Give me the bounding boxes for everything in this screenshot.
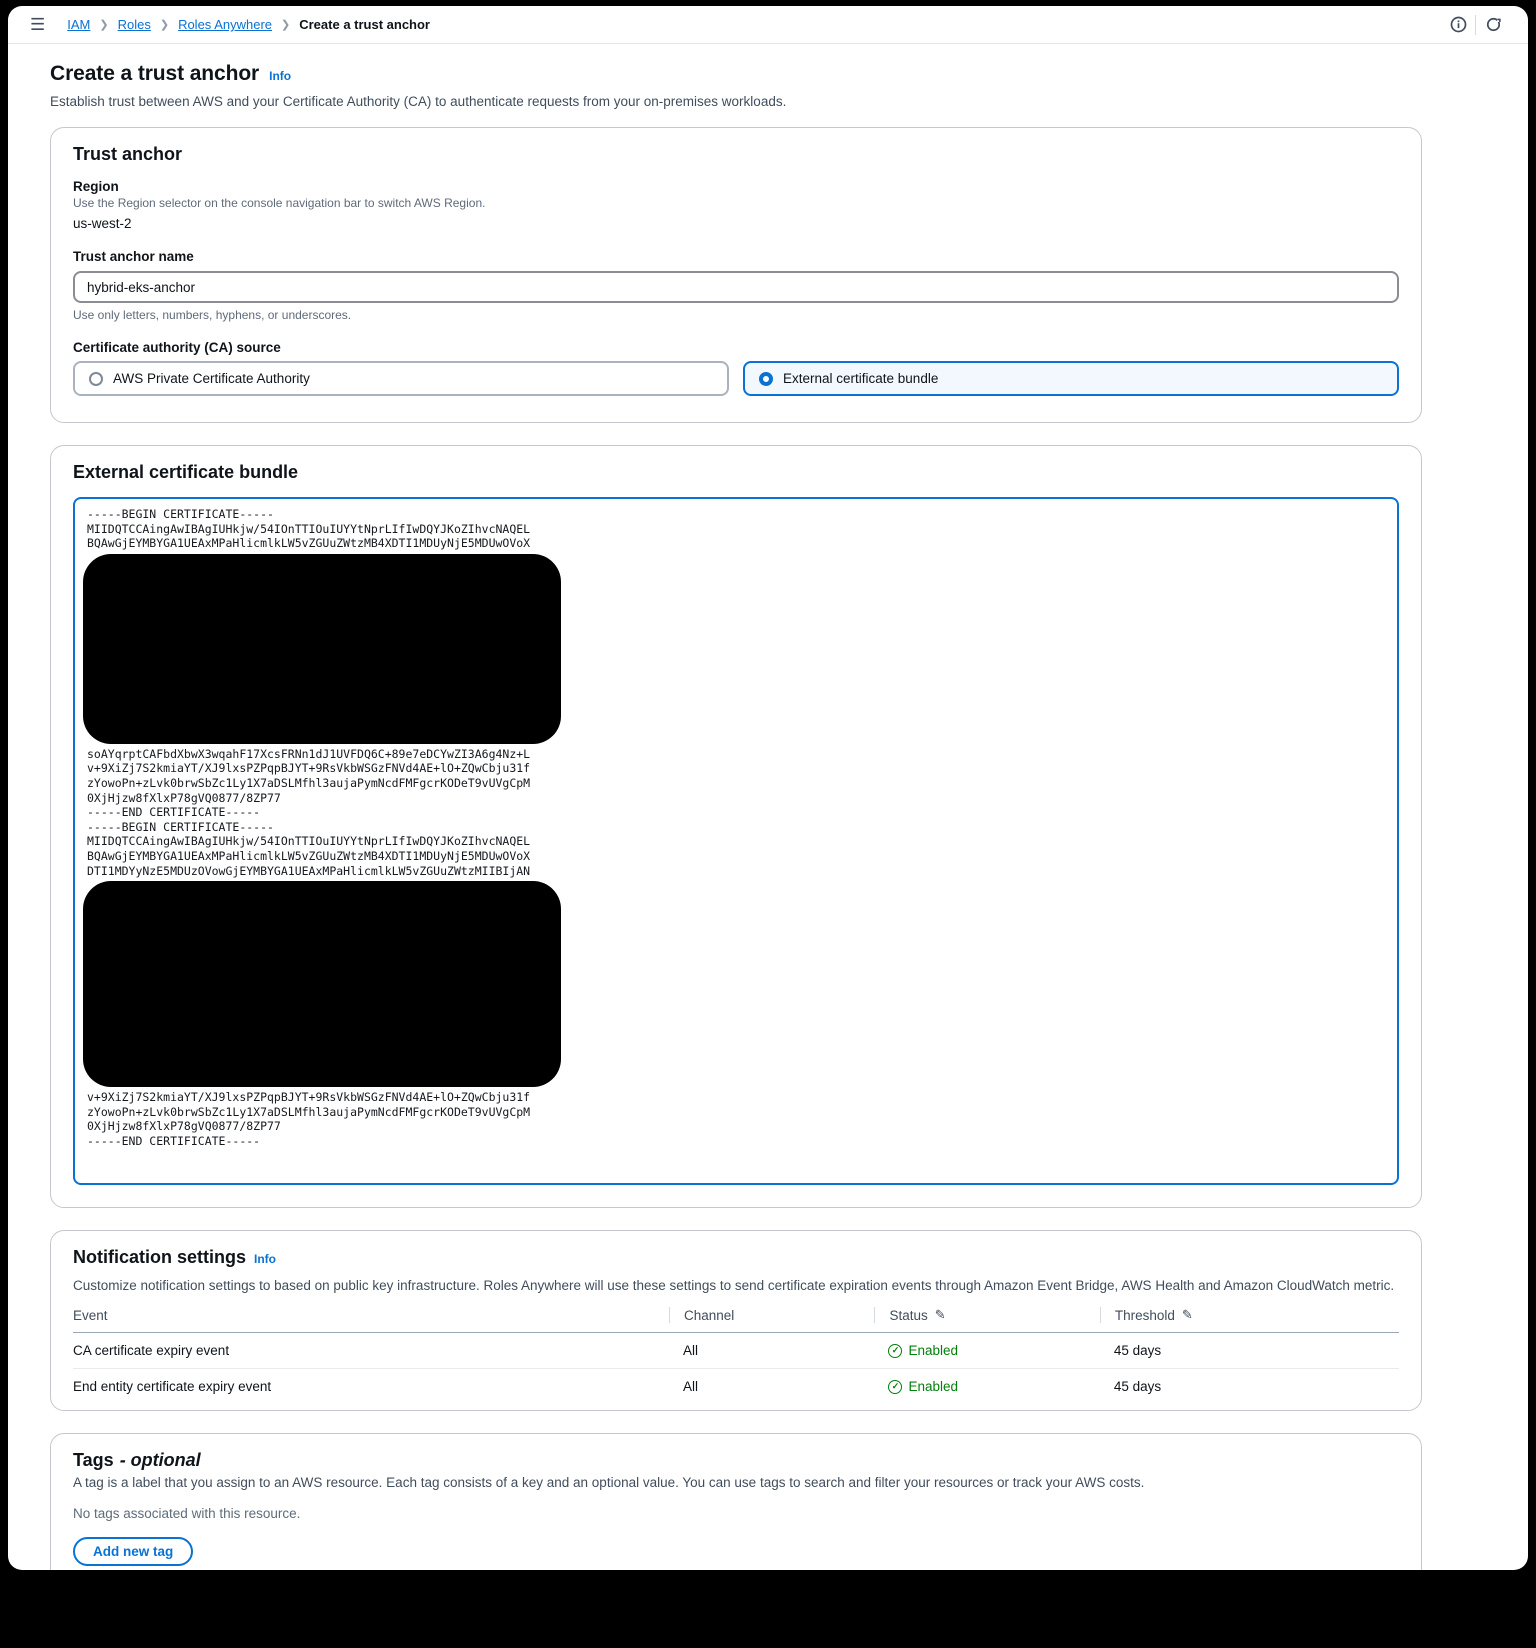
ca-source-option-private-ca[interactable]: AWS Private Certificate Authority (73, 361, 729, 396)
chevron-right-icon: ❯ (99, 18, 108, 31)
channel-cell: All (683, 1379, 889, 1394)
ca-source-field: Certificate authority (CA) source AWS Pr… (73, 340, 1399, 396)
notification-settings-description: Customize notification settings to based… (73, 1278, 1399, 1293)
column-header-event: Event (73, 1307, 683, 1323)
certificate-text-block: soAYqrptCAFbdXbwX3wqahF17XcsFRNn1dJ1UVFD… (87, 747, 1385, 878)
trust-anchor-name-label: Trust anchor name (73, 249, 1399, 264)
channel-cell: All (683, 1343, 889, 1358)
edit-pencil-icon[interactable]: ✎ (1182, 1307, 1193, 1323)
ca-source-label: Certificate authority (CA) source (73, 340, 1399, 355)
check-circle-icon: ✓ (888, 1344, 902, 1358)
trust-anchor-section: Trust anchor Region Use the Region selec… (50, 127, 1422, 423)
breadcrumb-link-iam[interactable]: IAM (67, 17, 90, 32)
certificate-bundle-section-title: External certificate bundle (73, 462, 1399, 483)
region-value: us-west-2 (73, 216, 1399, 231)
ca-source-option-external-bundle[interactable]: External certificate bundle (743, 361, 1399, 396)
status-cell: ✓ Enabled (888, 1343, 1113, 1358)
edit-pencil-icon[interactable]: ✎ (935, 1307, 946, 1323)
tags-section: Tags - optional A tag is a label that yo… (50, 1433, 1422, 1570)
threshold-cell: 45 days (1114, 1379, 1399, 1394)
page-description: Establish trust between AWS and your Cer… (50, 94, 1422, 109)
notification-info-link[interactable]: Info (254, 1252, 276, 1266)
notification-settings-section: Notification settings Info Customize not… (50, 1230, 1422, 1411)
tags-empty-state: No tags associated with this resource. (73, 1506, 1399, 1521)
check-circle-icon: ✓ (888, 1380, 902, 1394)
main-content: Create a trust anchor Info Establish tru… (8, 44, 1528, 1570)
table-row: CA certificate expiry event All ✓ Enable… (73, 1333, 1399, 1369)
page-header: Create a trust anchor Info Establish tru… (50, 62, 1422, 109)
event-cell: End entity certificate expiry event (73, 1379, 683, 1394)
chevron-right-icon: ❯ (281, 18, 290, 31)
app-window: ☰ IAM ❯ Roles ❯ Roles Anywhere ❯ Create … (8, 6, 1528, 1570)
ca-source-option-label: External certificate bundle (783, 371, 938, 386)
radio-unselected-icon (89, 372, 103, 386)
topbar-icons (1441, 15, 1510, 35)
top-navigation-bar: ☰ IAM ❯ Roles ❯ Roles Anywhere ❯ Create … (8, 6, 1528, 44)
radio-selected-icon (759, 372, 773, 386)
add-new-tag-button[interactable]: Add new tag (73, 1537, 193, 1566)
certificate-bundle-textarea[interactable]: -----BEGIN CERTIFICATE----- MIIDQTCCAing… (73, 497, 1399, 1185)
notification-table: Event Channel Status✎ Threshold✎ CA cert… (73, 1307, 1399, 1398)
redacted-certificate-block (83, 554, 561, 744)
certificate-text-block: -----BEGIN CERTIFICATE----- MIIDQTCCAing… (87, 507, 1385, 551)
region-help-text: Use the Region selector on the console n… (73, 196, 1399, 210)
notification-table-header: Event Channel Status✎ Threshold✎ (73, 1307, 1399, 1333)
tags-optional-label: - optional (120, 1450, 201, 1471)
certificate-text-block: v+9XiZj7S2kmiaYT/XJ9lxsPZPqpBJYT+9RsVkbW… (87, 1090, 1385, 1148)
notification-settings-title: Notification settings (73, 1247, 246, 1268)
trust-anchor-name-input[interactable] (73, 271, 1399, 303)
trust-anchor-name-hint: Use only letters, numbers, hyphens, or u… (73, 308, 1399, 322)
breadcrumb: IAM ❯ Roles ❯ Roles Anywhere ❯ Create a … (67, 17, 1441, 32)
info-icon[interactable] (1441, 16, 1475, 33)
column-header-channel: Channel (669, 1307, 889, 1323)
breadcrumb-link-roles-anywhere[interactable]: Roles Anywhere (178, 17, 272, 32)
status-badge: Enabled (908, 1379, 958, 1394)
tags-description: A tag is a label that you assign to an A… (73, 1475, 1399, 1490)
region-field: Region Use the Region selector on the co… (73, 179, 1399, 231)
table-row: End entity certificate expiry event All … (73, 1369, 1399, 1398)
trust-anchor-name-field: Trust anchor name Use only letters, numb… (73, 249, 1399, 322)
hamburger-menu-icon[interactable]: ☰ (30, 16, 45, 33)
page-info-link[interactable]: Info (269, 69, 291, 83)
trust-anchor-section-title: Trust anchor (73, 144, 1399, 165)
tags-section-title: Tags (73, 1450, 114, 1471)
status-badge: Enabled (908, 1343, 958, 1358)
status-cell: ✓ Enabled (888, 1379, 1113, 1394)
chevron-right-icon: ❯ (160, 18, 169, 31)
threshold-cell: 45 days (1114, 1343, 1399, 1358)
column-header-status: Status✎ (874, 1307, 1113, 1323)
event-cell: CA certificate expiry event (73, 1343, 683, 1358)
redacted-certificate-block (83, 881, 561, 1087)
ca-source-option-label: AWS Private Certificate Authority (113, 371, 310, 386)
gear-icon[interactable] (1476, 16, 1510, 33)
region-label: Region (73, 179, 1399, 194)
certificate-bundle-section: External certificate bundle -----BEGIN C… (50, 445, 1422, 1208)
breadcrumb-current-page: Create a trust anchor (299, 17, 430, 32)
column-header-threshold: Threshold✎ (1100, 1307, 1399, 1323)
breadcrumb-link-roles[interactable]: Roles (118, 17, 151, 32)
page-title: Create a trust anchor (50, 62, 259, 86)
